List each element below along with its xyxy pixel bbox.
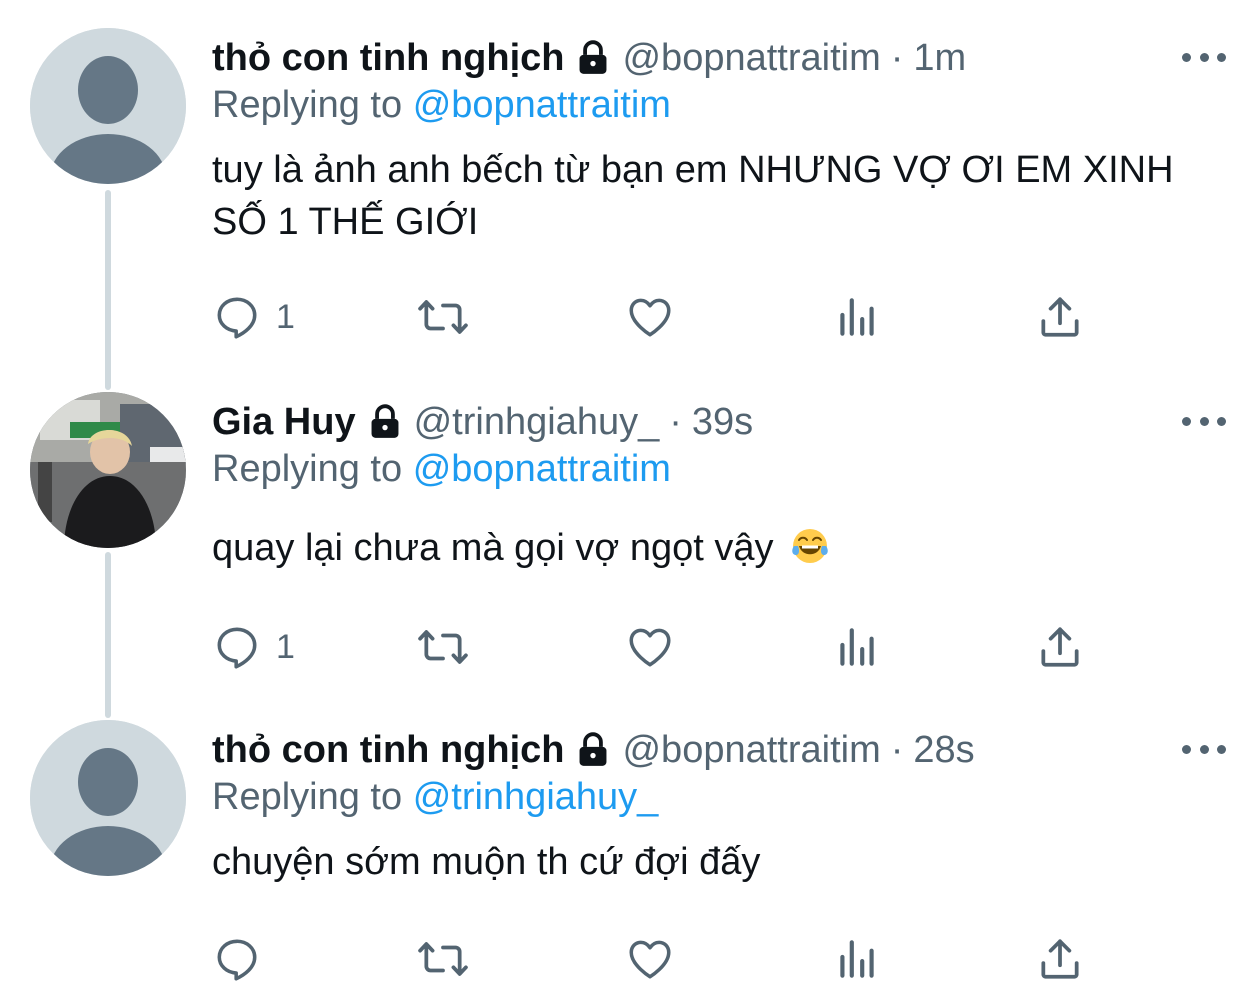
replying-to: Replying to @bopnattraitim	[212, 448, 1222, 498]
lock-icon	[574, 39, 612, 77]
like-button[interactable]	[625, 934, 675, 984]
reply-button[interactable]: 1	[212, 622, 295, 672]
like-button[interactable]	[625, 622, 675, 672]
lock-icon	[366, 403, 404, 441]
tweet-text: quay lại chưa mà gọi vợ ngọt vậy	[212, 527, 774, 569]
tweet-actions	[212, 934, 1112, 984]
timestamp[interactable]: 28s	[913, 729, 974, 772]
replying-to-label: Replying to	[212, 84, 403, 126]
share-button[interactable]	[1035, 292, 1085, 342]
retweet-button[interactable]	[415, 292, 471, 342]
tweet-text-container: quay lại chưa mà gọi vợ ngọt vậy	[212, 522, 1222, 574]
tweet-header: thỏ con tinh nghịch @bopnattraitim · 28s	[212, 720, 1222, 780]
replying-to: Replying to @trinhgiahuy_	[212, 776, 1222, 826]
default-avatar-icon	[30, 720, 186, 876]
analytics-button[interactable]	[832, 292, 882, 342]
replying-to-label: Replying to	[212, 448, 403, 490]
mention-link[interactable]: @bopnattraitim	[413, 448, 671, 490]
user-photo	[30, 392, 186, 548]
default-avatar[interactable]	[30, 28, 186, 184]
more-icon[interactable]	[1182, 734, 1226, 764]
share-button[interactable]	[1035, 622, 1085, 672]
reply-button[interactable]: 1	[212, 292, 295, 342]
share-icon	[1041, 297, 1079, 337]
default-avatar[interactable]	[30, 720, 186, 876]
more-icon[interactable]	[1182, 42, 1226, 72]
more-icon[interactable]	[1182, 406, 1226, 436]
share-button[interactable]	[1035, 934, 1085, 984]
timestamp[interactable]: 1m	[913, 37, 966, 80]
default-avatar-icon	[30, 28, 186, 184]
analytics-button[interactable]	[832, 934, 882, 984]
mention-link[interactable]: @bopnattraitim	[413, 84, 671, 126]
user-handle[interactable]: @bopnattraitim	[622, 729, 880, 772]
heart-icon	[629, 940, 671, 979]
replying-to-label: Replying to	[212, 776, 403, 818]
tweet-actions: 1	[212, 622, 1112, 672]
thread-connector	[105, 190, 111, 390]
timestamp[interactable]: 39s	[692, 401, 753, 444]
lock-icon	[574, 731, 612, 769]
retweet-button[interactable]	[415, 934, 471, 984]
tweet-actions: 1	[212, 292, 1112, 342]
share-icon	[1041, 939, 1079, 979]
reply-count: 1	[276, 627, 295, 666]
avatar[interactable]	[30, 392, 186, 548]
reply-button[interactable]	[212, 934, 276, 984]
analytics-icon	[840, 940, 874, 978]
laughing-crying-face-icon	[792, 529, 828, 563]
separator-dot: ·	[890, 728, 904, 771]
share-icon	[1041, 627, 1079, 667]
retweet-icon	[418, 942, 468, 976]
reply-count: 1	[276, 297, 295, 336]
heart-icon	[629, 628, 671, 667]
retweet-icon	[418, 630, 468, 664]
analytics-icon	[840, 628, 874, 666]
separator-dot: ·	[890, 36, 904, 79]
analytics-icon	[840, 298, 874, 336]
tweet-text: chuyện sớm muộn th cứ đợi đấy	[212, 841, 761, 883]
separator-dot: ·	[669, 400, 682, 443]
user-handle[interactable]: @bopnattraitim	[622, 37, 880, 80]
retweet-icon	[418, 300, 468, 334]
heart-icon	[629, 298, 671, 337]
user-handle[interactable]: @trinhgiahuy_	[414, 401, 660, 444]
tweet-header: Gia Huy @trinhgiahuy_ · 39s	[212, 392, 1222, 452]
display-name[interactable]: Gia Huy	[212, 401, 356, 444]
display-name[interactable]: thỏ con tinh nghịch	[212, 729, 564, 772]
reply-icon	[217, 297, 257, 339]
tweet-header: thỏ con tinh nghịch @bopnattraitim · 1m	[212, 28, 1222, 88]
reply-icon	[217, 939, 257, 981]
reply-icon	[217, 627, 257, 669]
replying-to: Replying to @bopnattraitim	[212, 84, 1222, 134]
retweet-button[interactable]	[415, 622, 471, 672]
like-button[interactable]	[625, 292, 675, 342]
display-name[interactable]: thỏ con tinh nghịch	[212, 37, 564, 80]
analytics-button[interactable]	[832, 622, 882, 672]
thread-connector	[105, 552, 111, 718]
mention-link[interactable]: @trinhgiahuy_	[413, 776, 659, 818]
tweet-text: tuy là ảnh anh bếch từ bạn em NHƯNG VỢ Ơ…	[212, 149, 1174, 243]
